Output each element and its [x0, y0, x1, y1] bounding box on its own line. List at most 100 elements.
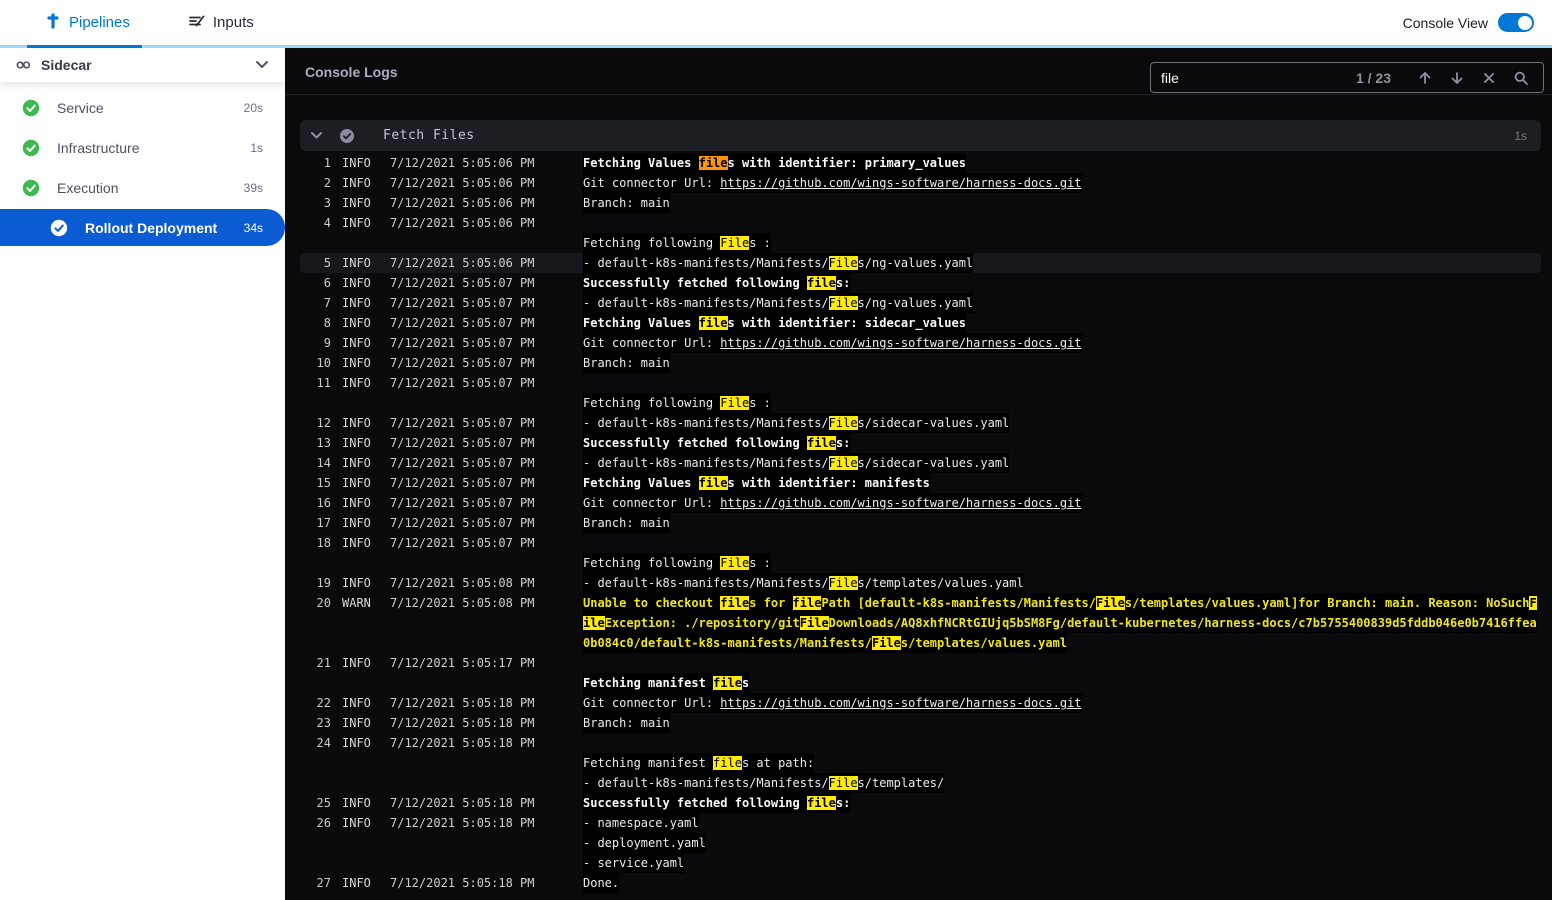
log-row: 26 INFO 7/12/2021 5:05:18 PM - namespace.ya… — [300, 813, 1541, 833]
search-match: File — [1096, 596, 1125, 610]
search-match: F — [1529, 596, 1537, 610]
log-row: 8 INFO 7/12/2021 5:05:07 PM Fetching Values… — [300, 313, 1541, 333]
log-level: INFO — [342, 476, 371, 490]
search-match: file — [806, 276, 836, 290]
log-message: Git connector Url: https://github.com/wi… — [583, 333, 1082, 353]
log-link[interactable]: https://github.com/wings-software/harnes… — [720, 496, 1081, 510]
log-message: Branch: main — [583, 513, 670, 533]
search-match: file — [713, 756, 742, 770]
collapse-chevron-icon[interactable] — [310, 131, 323, 140]
console-view-toggle[interactable] — [1498, 13, 1534, 32]
log-level: INFO — [342, 536, 371, 550]
search-icon[interactable] — [1509, 66, 1533, 90]
log-row: 20 WARN 7/12/2021 5:05:08 PM Unable to chec… — [300, 593, 1541, 613]
log-message: Unable to checkout files for filePath [d… — [583, 593, 1537, 613]
sidebar-item-infrastructure[interactable]: Infrastructure 1s — [0, 128, 285, 168]
log-message: - namespace.yaml — [583, 813, 699, 833]
log-row: Fetching manifest files — [300, 673, 1541, 693]
log-message: Git connector Url: https://github.com/wi… — [583, 493, 1082, 513]
sidebar-item-rollout-deployment[interactable]: Rollout Deployment 34s — [0, 209, 285, 246]
step-duration: 1s — [250, 141, 263, 155]
log-timestamp: 7/12/2021 5:05:07 PM — [390, 516, 535, 530]
search-match: File — [720, 556, 750, 570]
log-row: 24 INFO 7/12/2021 5:05:18 PM — [300, 733, 1541, 753]
log-timestamp: 7/12/2021 5:05:07 PM — [390, 496, 535, 510]
log-section-header[interactable]: Fetch Files 1s — [300, 120, 1541, 151]
log-row: 12 INFO 7/12/2021 5:05:07 PM - default-k8s-… — [300, 413, 1541, 433]
log-timestamp: 7/12/2021 5:05:08 PM — [390, 596, 535, 610]
log-line-number: 12 — [316, 416, 331, 430]
log-line-number: 23 — [316, 716, 331, 730]
step-label: Execution — [57, 180, 119, 196]
log-line-number: 6 — [323, 276, 331, 290]
link-icon — [16, 59, 31, 71]
log-timestamp: 7/12/2021 5:05:06 PM — [390, 216, 535, 230]
top-header: Pipelines Inputs Console View — [0, 0, 1552, 45]
sidebar-item-service[interactable]: Service 20s — [0, 88, 285, 128]
console-logs-title: Console Logs — [305, 64, 398, 80]
log-row: Fetching following Files : — [300, 393, 1541, 413]
log-link[interactable]: https://github.com/wings-software/harnes… — [720, 176, 1081, 190]
tab-pipelines[interactable]: Pipelines — [45, 12, 130, 33]
log-row: 2 INFO 7/12/2021 5:05:06 PM Git connector U… — [300, 173, 1541, 193]
log-level: INFO — [342, 656, 371, 670]
search-input[interactable] — [1161, 69, 1356, 86]
log-line-number: 25 — [316, 796, 331, 810]
log-level: INFO — [342, 176, 371, 190]
log-viewer: Fetch Files 1s 1 INFO 7/12/2021 5:05:06 PM… — [285, 95, 1552, 893]
log-level: INFO — [342, 256, 371, 270]
tab-inputs[interactable]: Inputs — [188, 13, 254, 33]
console-panel: Console Logs 1 / 23 F — [285, 48, 1552, 900]
log-message: Git connector Url: https://github.com/wi… — [583, 693, 1082, 713]
log-timestamp: 7/12/2021 5:05:07 PM — [390, 316, 535, 330]
previous-match-button[interactable] — [1413, 66, 1437, 90]
log-level: INFO — [342, 376, 371, 390]
log-link[interactable]: https://github.com/wings-software/harnes… — [720, 336, 1081, 350]
log-timestamp: 7/12/2021 5:05:18 PM — [390, 716, 535, 730]
log-row: 5 INFO 7/12/2021 5:05:06 PM - default-k8s-m… — [300, 253, 1541, 273]
success-check-icon — [22, 99, 40, 117]
chevron-down-icon[interactable] — [255, 56, 269, 74]
log-row: Fetching following Files : — [300, 553, 1541, 573]
log-message: Branch: main — [583, 193, 670, 213]
log-timestamp: 7/12/2021 5:05:18 PM — [390, 796, 535, 810]
log-line-number: 18 — [316, 536, 331, 550]
log-link[interactable]: https://github.com/wings-software/harnes… — [720, 696, 1081, 710]
log-row: 23 INFO 7/12/2021 5:05:18 PM Branch: main — [300, 713, 1541, 733]
next-match-button[interactable] — [1445, 66, 1469, 90]
tab-strip-underline — [0, 45, 1552, 48]
stage-header[interactable]: Sidecar — [0, 48, 285, 82]
log-message: Fetching Values files with identifier: p… — [583, 153, 966, 173]
log-message: ileException: ./repository/gitFileDownlo… — [583, 613, 1537, 633]
log-message: - service.yaml — [583, 853, 685, 873]
step-duration: 39s — [243, 181, 263, 195]
step-label: Service — [57, 100, 104, 116]
step-label: Infrastructure — [57, 140, 140, 156]
search-match: File — [799, 616, 829, 630]
log-level: INFO — [342, 296, 371, 310]
log-line-number: 20 — [316, 596, 331, 610]
log-level: INFO — [342, 876, 371, 890]
log-timestamp: 7/12/2021 5:05:06 PM — [390, 256, 535, 270]
log-level: INFO — [342, 796, 371, 810]
current-search-match: file — [698, 156, 728, 170]
log-timestamp: 7/12/2021 5:05:18 PM — [390, 876, 535, 890]
step-success-icon — [339, 128, 355, 144]
success-check-icon — [50, 219, 68, 237]
pipelines-icon — [45, 12, 61, 33]
log-rows: 1 INFO 7/12/2021 5:05:06 PM Fetching Values… — [300, 153, 1541, 893]
sidebar-item-execution[interactable]: Execution 39s — [0, 168, 285, 208]
log-section-title: Fetch Files — [383, 128, 475, 143]
log-message: Branch: main — [583, 353, 670, 373]
log-line-number: 9 — [323, 336, 331, 350]
log-row: - default-k8s-manifests/Manifests/Files/… — [300, 773, 1541, 793]
search-match-counter: 1 / 23 — [1355, 69, 1391, 86]
log-level: INFO — [342, 356, 371, 370]
step-list: Service 20s Infrastructure 1s Execution 39s Ro… — [0, 82, 285, 246]
log-timestamp: 7/12/2021 5:05:07 PM — [390, 456, 535, 470]
search-match: file — [698, 476, 728, 490]
log-line-number: 4 — [323, 216, 331, 230]
success-check-icon — [22, 179, 40, 197]
clear-search-button[interactable] — [1477, 66, 1501, 90]
log-message: - default-k8s-manifests/Manifests/Files/… — [583, 253, 974, 273]
